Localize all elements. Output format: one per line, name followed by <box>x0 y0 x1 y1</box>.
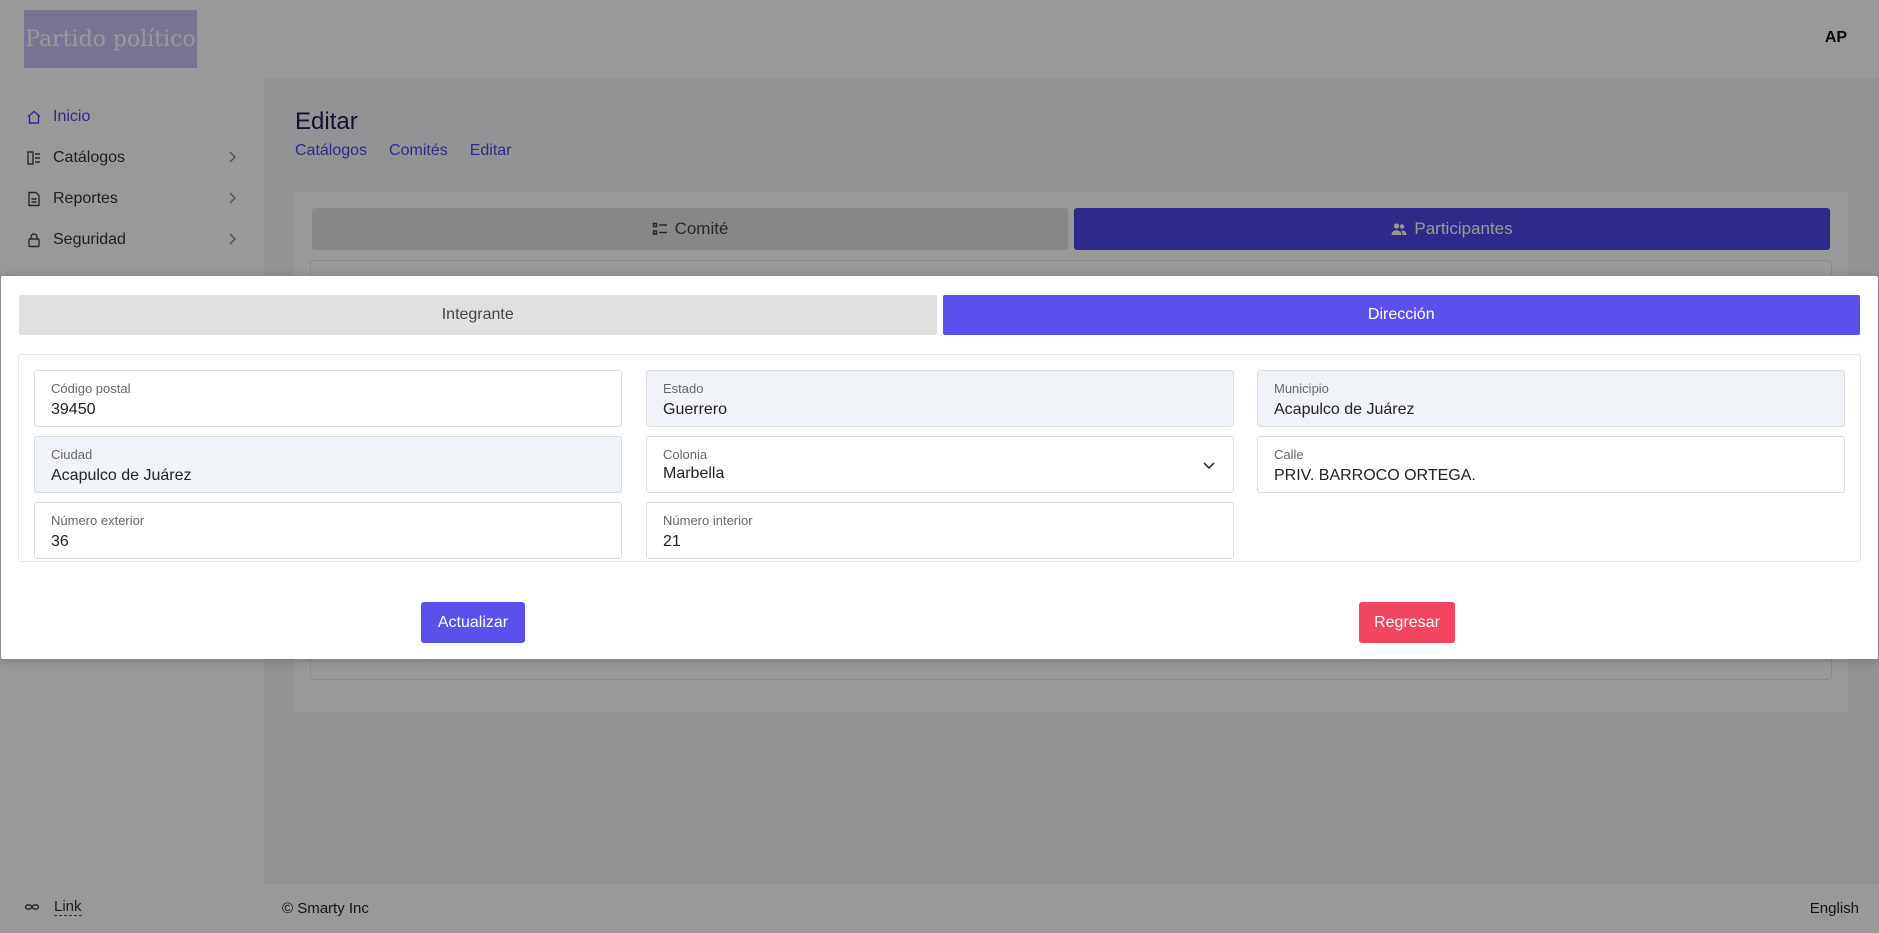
address-modal: Integrante Dirección Código postal 39450… <box>1 276 1878 659</box>
back-button[interactable]: Regresar <box>1359 602 1455 643</box>
field-value: Guerrero <box>663 401 728 418</box>
field-label: Colonia <box>663 447 708 462</box>
field-label: Ciudad <box>51 447 93 462</box>
field-label: Municipio <box>1274 381 1329 396</box>
field-label: Número exterior <box>51 513 145 528</box>
chevron-down-icon <box>1203 462 1215 470</box>
field-value: 36 <box>51 533 69 550</box>
municipality-field: Municipio Acapulco de Juárez <box>1257 370 1845 427</box>
modal-tabs: Integrante Dirección <box>19 295 1860 335</box>
field-label: Código postal <box>51 381 131 396</box>
exterior-number-field[interactable]: Número exterior 36 <box>34 502 622 559</box>
neighborhood-select[interactable]: Colonia Marbella <box>646 436 1234 493</box>
field-label: Calle <box>1274 447 1304 462</box>
interior-number-field[interactable]: Número interior 21 <box>646 502 1234 559</box>
city-field: Ciudad Acapulco de Juárez <box>34 436 622 493</box>
field-value: 39450 <box>51 401 96 418</box>
tab-integrante[interactable]: Integrante <box>19 295 937 335</box>
state-field: Estado Guerrero <box>646 370 1234 427</box>
field-value: Marbella <box>663 465 725 482</box>
field-value: Acapulco de Juárez <box>51 467 192 484</box>
street-field[interactable]: Calle PRIV. BARROCO ORTEGA. <box>1257 436 1845 493</box>
tab-direccion[interactable]: Dirección <box>942 295 1860 335</box>
field-label: Estado <box>663 381 704 396</box>
field-value: Acapulco de Juárez <box>1274 401 1415 418</box>
update-button[interactable]: Actualizar <box>421 602 525 643</box>
address-form: Código postal 39450 Estado Guerrero Muni… <box>18 354 1861 562</box>
postal-code-field[interactable]: Código postal 39450 <box>34 370 622 427</box>
field-value: 21 <box>663 533 681 550</box>
field-label: Número interior <box>663 513 753 528</box>
field-value: PRIV. BARROCO ORTEGA. <box>1274 467 1476 484</box>
